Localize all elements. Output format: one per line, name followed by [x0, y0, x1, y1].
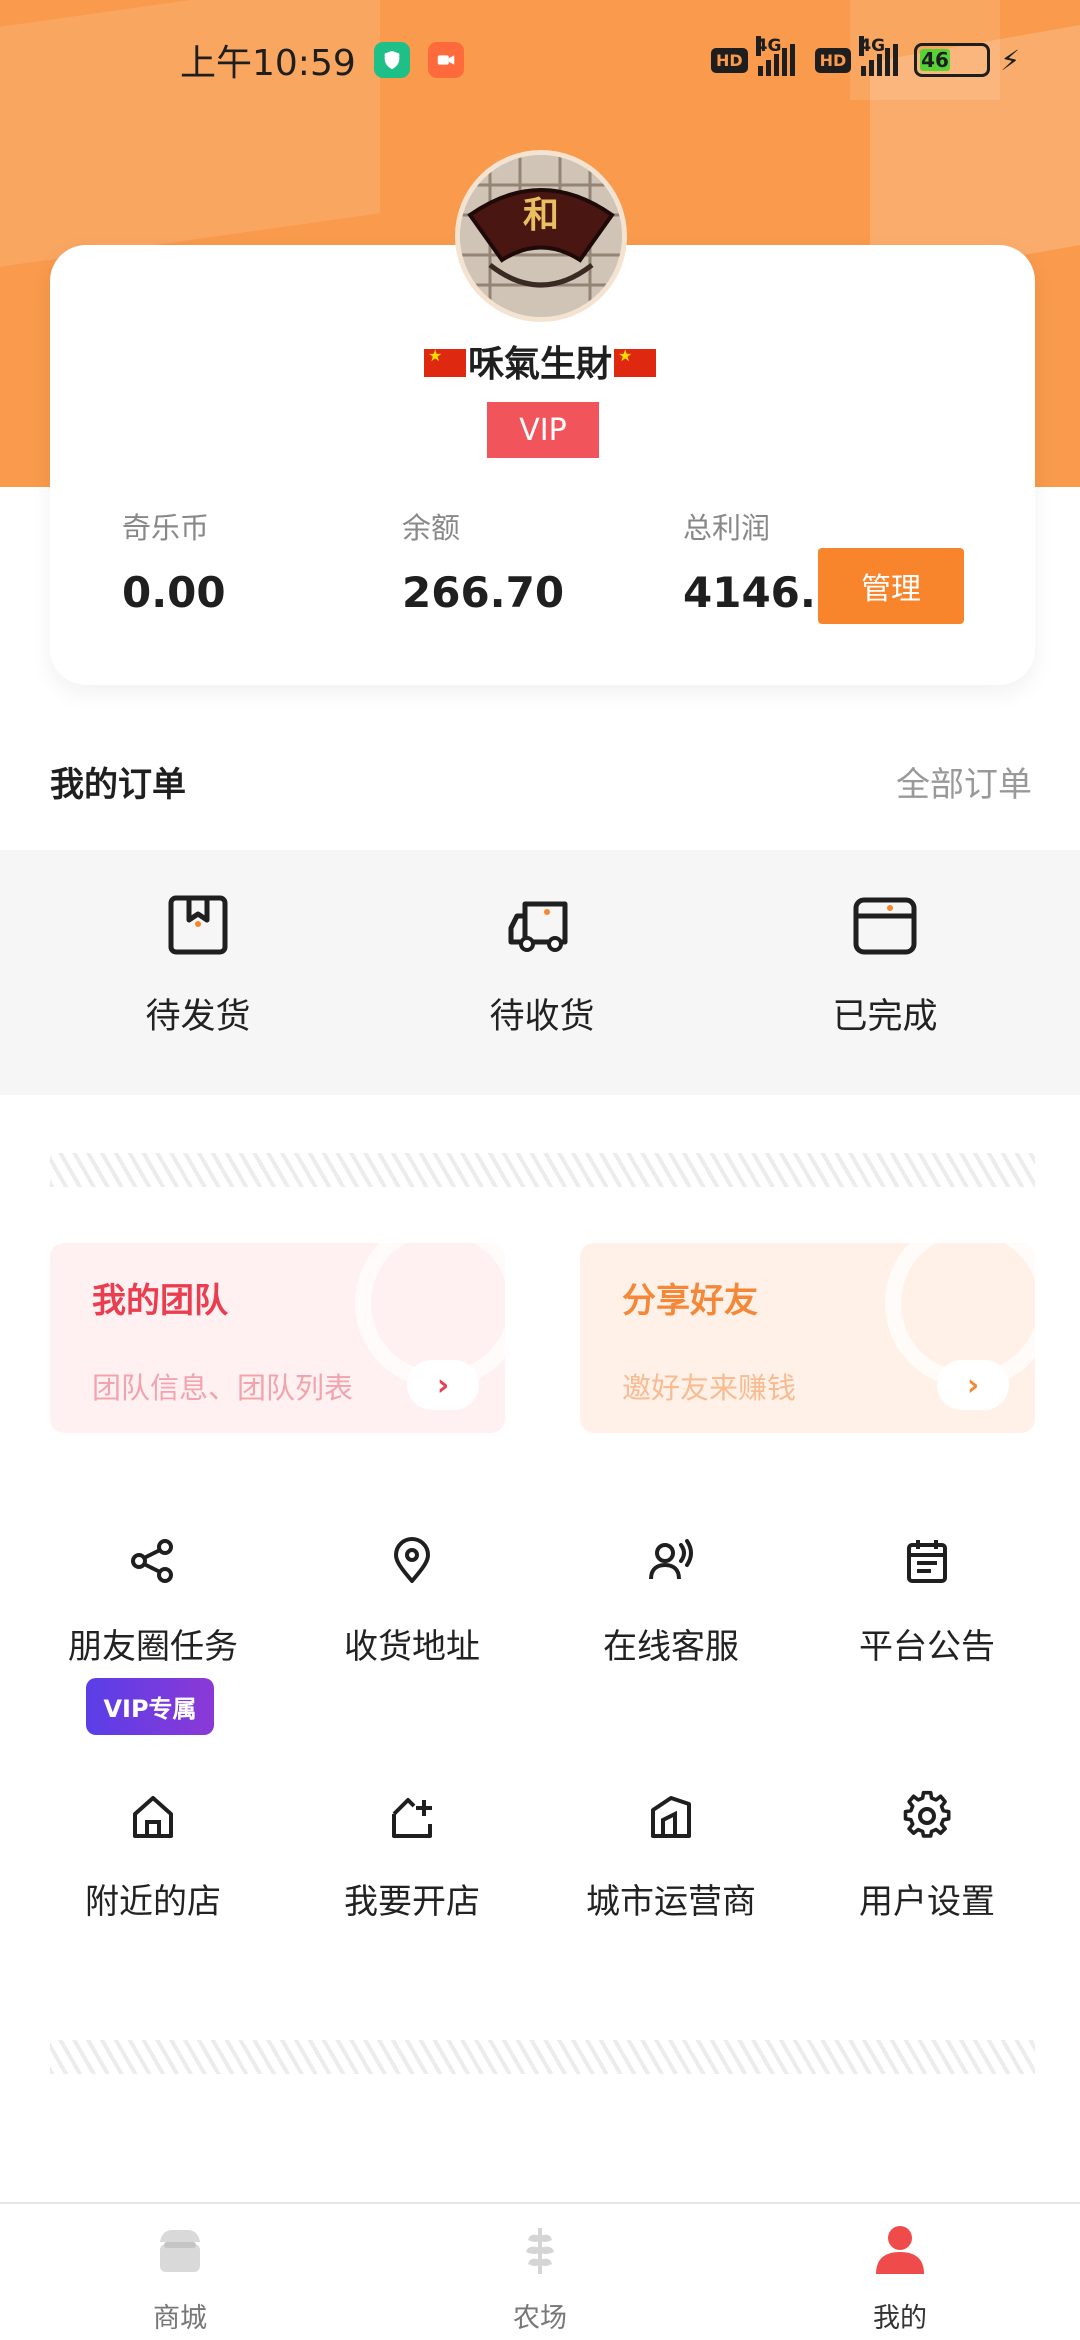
orders-panel: 待发货 待收货 已完成 — [0, 850, 1080, 1095]
user-icon — [876, 2226, 924, 2274]
my-team-card[interactable]: 我的团队 团队信息、团队列表 › — [50, 1243, 505, 1433]
chevron-right-icon[interactable]: › — [407, 1360, 479, 1410]
all-orders-link[interactable]: 全部订单 — [896, 757, 1032, 806]
divider-stripe — [50, 2040, 1035, 2074]
order-label: 待收货 — [489, 997, 595, 1037]
wheat-icon — [526, 2228, 554, 2274]
menu-nearby-stores[interactable]: 附近的店 — [33, 1790, 273, 1923]
orders-title: 我的订单 — [50, 765, 186, 805]
menu-customer-service[interactable]: 在线客服 — [551, 1535, 791, 1668]
avatar[interactable]: 和 — [455, 150, 627, 322]
menu-open-store[interactable]: 我要开店 — [292, 1790, 532, 1923]
stat-value-balance: 266.70 — [402, 568, 565, 617]
box-icon — [168, 895, 228, 955]
tab-mine[interactable]: 我的 — [820, 2222, 980, 2335]
hd-icon: HD — [710, 47, 748, 73]
order-label: 待发货 — [145, 997, 251, 1037]
tab-shop[interactable]: 商城 — [100, 2222, 260, 2335]
menu-label: 附近的店 — [85, 1882, 221, 1922]
menu-city-operator[interactable]: 城市运营商 — [551, 1790, 791, 1923]
share-friends-card[interactable]: 分享好友 邀好友来赚钱 › — [580, 1243, 1035, 1433]
chevron-right-icon[interactable]: › — [937, 1360, 1009, 1410]
stat-label-profit: 总利润 — [683, 511, 771, 545]
menu-label: 我要开店 — [344, 1882, 480, 1922]
shop-icon — [160, 2230, 200, 2272]
city-icon — [651, 1796, 691, 1838]
charging-icon: ⚡ — [1000, 43, 1020, 77]
team-title: 我的团队 — [92, 1281, 228, 1321]
tab-farm[interactable]: 农场 — [460, 2222, 620, 2335]
menu-label: 朋友圈任务 — [68, 1627, 238, 1667]
signal-icon: 4G — [755, 36, 795, 76]
security-app-icon — [373, 42, 410, 78]
china-flag-icon — [423, 346, 466, 377]
team-subtitle: 团队信息、团队列表 — [92, 1371, 354, 1405]
vip-badge: VIP — [487, 402, 599, 458]
order-label: 已完成 — [832, 997, 938, 1037]
order-completed[interactable]: 已完成 — [775, 890, 995, 1039]
stat-label-balance: 余额 — [402, 511, 461, 545]
add-store-icon — [392, 1798, 432, 1838]
location-pin-icon — [394, 1537, 430, 1583]
nickname: 咊氣生財 — [0, 335, 1080, 387]
menu-label: 平台公告 — [859, 1627, 995, 1667]
tab-label: 我的 — [873, 2303, 927, 2334]
china-flag-icon — [614, 346, 656, 377]
share-subtitle: 邀好友来赚钱 — [622, 1371, 797, 1405]
tab-label: 商城 — [153, 2303, 207, 2334]
menu-user-settings[interactable]: 用户设置 — [807, 1790, 1047, 1923]
manage-button[interactable]: 管理 — [818, 548, 964, 624]
customer-service-icon — [649, 1539, 693, 1580]
stat-label-coins: 奇乐币 — [122, 511, 210, 545]
share-icon — [131, 1539, 173, 1583]
menu-announcements[interactable]: 平台公告 — [807, 1535, 1047, 1668]
menu-label: 城市运营商 — [586, 1882, 756, 1922]
calendar-icon — [907, 1540, 947, 1583]
fan-calligraphy-avatar-icon: 和 — [460, 155, 622, 317]
status-time: 上午10:59 — [180, 43, 356, 84]
hd-icon: HD — [814, 47, 852, 73]
gear-icon — [903, 1790, 951, 1838]
stat-value-coins: 0.00 — [122, 568, 226, 617]
menu-label: 用户设置 — [859, 1882, 995, 1922]
share-title: 分享好友 — [622, 1281, 758, 1321]
order-pending-shipment[interactable]: 待发货 — [88, 890, 308, 1039]
package-open-icon — [853, 897, 917, 955]
status-bar: 上午10:59 HD 4G HD 4G 46 ⚡ — [0, 0, 1080, 120]
menu-label: 在线客服 — [603, 1627, 739, 1667]
divider-stripe — [50, 1153, 1035, 1187]
battery-icon: 46 — [914, 43, 991, 77]
menu-label: 收货地址 — [344, 1627, 480, 1667]
tab-label: 农场 — [513, 2303, 567, 2334]
vip-only-badge: VIP专属 — [86, 1678, 214, 1735]
signal-icon: 4G — [859, 36, 899, 76]
bottom-tab-bar: 商城 农场 我的 — [0, 2202, 1080, 2340]
menu-moments-task[interactable]: 朋友圈任务 — [33, 1535, 273, 1668]
home-icon — [133, 1796, 173, 1838]
svg-text:和: 和 — [523, 194, 559, 236]
truck-icon — [508, 901, 568, 952]
video-app-icon — [427, 42, 464, 78]
menu-shipping-address[interactable]: 收货地址 — [292, 1535, 532, 1668]
order-pending-receipt[interactable]: 待收货 — [432, 890, 652, 1039]
